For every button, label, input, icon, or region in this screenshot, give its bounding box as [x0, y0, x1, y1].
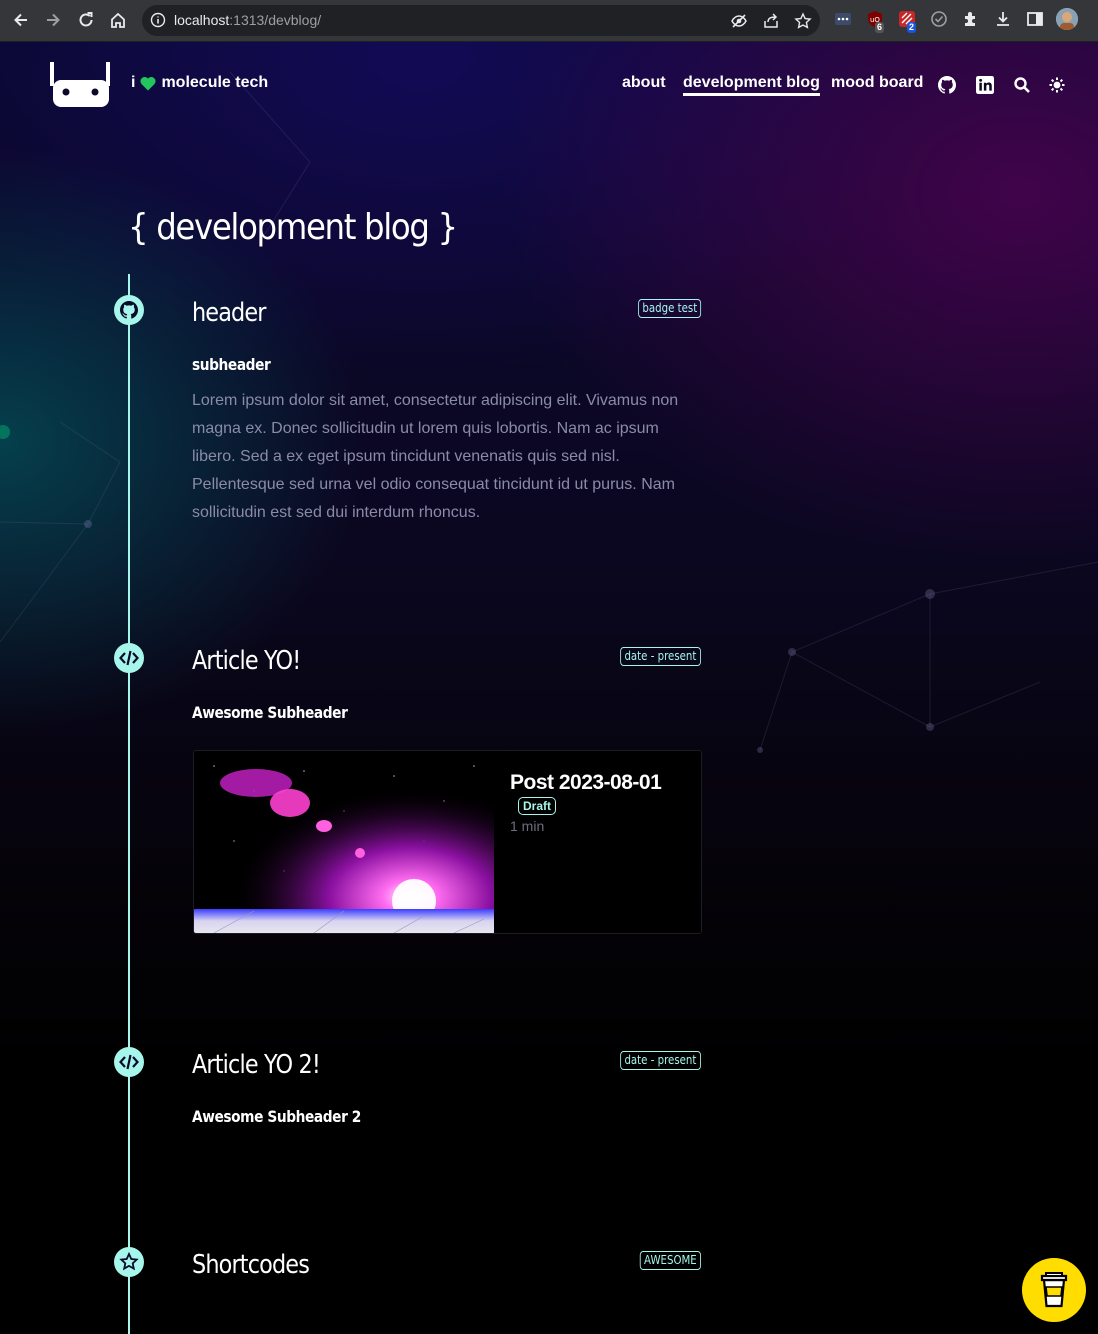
check-circle-icon[interactable]: [930, 10, 948, 28]
page-title: { development blog }: [128, 207, 458, 248]
github-icon: [120, 301, 138, 319]
devblog-page: i molecule tech about development blog m…: [0, 42, 1098, 1334]
timeline-marker-4: [114, 1247, 144, 1277]
puzzle-extensions-icon[interactable]: [962, 10, 980, 28]
entry-badge-1: badge test: [637, 299, 701, 318]
entry-subheader-2: Awesome Subheader: [192, 703, 348, 722]
code-icon: [119, 1054, 139, 1070]
star-icon: [119, 1252, 139, 1271]
brand-prefix: i: [131, 74, 136, 91]
browser-toolbar: localhost:1313/devblog/ uO 6 2: [0, 0, 1098, 42]
ublock-count-badge: 6: [875, 22, 885, 33]
post-status-badge: Draft: [518, 797, 557, 815]
code-icon: [119, 650, 139, 666]
url-text[interactable]: localhost:1313/devblog/: [174, 12, 321, 28]
arrow-right-icon: [47, 13, 60, 27]
post-thumbnail-image: [194, 751, 494, 933]
post-read-time: 1 min: [510, 818, 545, 834]
coffee-cup-icon: [1040, 1272, 1068, 1308]
entry-title-2: Article YO!: [192, 646, 301, 676]
home-button[interactable]: [107, 9, 129, 31]
entry-body-1: Lorem ipsum dolor sit amet, consectetur …: [192, 392, 679, 521]
post-card[interactable]: Post 2023-08-01 Draft 1 min: [193, 750, 702, 934]
download-icon[interactable]: [994, 10, 1012, 28]
eye-slash-icon[interactable]: [730, 12, 748, 30]
entry-subheader-1: subheader: [192, 355, 271, 374]
reload-button[interactable]: [75, 9, 97, 31]
timeline-marker-2: [114, 643, 144, 673]
side-panel-icon[interactable]: [1026, 10, 1044, 28]
linkedin-icon[interactable]: [976, 76, 994, 94]
entry-subheader-3: Awesome Subheader 2: [192, 1107, 361, 1126]
timeline-line: [128, 274, 130, 1334]
arrow-left-icon: [14, 13, 27, 27]
entry-title-4: Shortcodes: [192, 1250, 310, 1280]
back-button[interactable]: [10, 9, 32, 31]
home-icon: [111, 12, 125, 28]
entry-title-1: header: [192, 298, 266, 328]
url-host: localhost: [174, 12, 230, 28]
url-path: :1313/devblog/: [229, 12, 322, 28]
timeline-marker-1: [114, 295, 144, 325]
theme-toggle-sun-icon[interactable]: [1048, 76, 1066, 94]
github-icon[interactable]: [938, 76, 956, 94]
reload-icon: [79, 12, 93, 27]
forward-button[interactable]: [42, 9, 64, 31]
share-icon[interactable]: [762, 12, 780, 30]
nav-about[interactable]: about: [622, 74, 666, 92]
nav-development-blog[interactable]: development blog: [683, 74, 820, 96]
search-icon[interactable]: [1013, 76, 1031, 94]
entry-title-3: Article YO 2!: [192, 1050, 321, 1080]
second-extension-count-badge: 2: [907, 22, 917, 33]
address-bar[interactable]: localhost:1313/devblog/: [142, 5, 820, 36]
nav-mood-board[interactable]: mood board: [831, 74, 923, 92]
entry-badge-4: AWESOME: [639, 1251, 701, 1270]
entry-badge-3: date - present: [620, 1051, 701, 1070]
ublock-extension[interactable]: uO 6: [866, 10, 885, 33]
extension-dots-icon[interactable]: [834, 10, 852, 28]
heart-icon: [140, 76, 156, 90]
post-card-title[interactable]: Post 2023-08-01: [510, 771, 662, 795]
site-brand[interactable]: i molecule tech: [131, 74, 268, 92]
star-bookmark-icon[interactable]: [794, 12, 812, 30]
entry-badge-2: date - present: [620, 647, 701, 666]
buy-me-a-coffee-button[interactable]: [1022, 1258, 1086, 1322]
site-info-icon[interactable]: [150, 12, 166, 28]
brand-name: molecule tech: [161, 74, 269, 91]
profile-avatar[interactable]: [1056, 8, 1078, 30]
site-logo[interactable]: [50, 60, 112, 108]
timeline-marker-3: [114, 1047, 144, 1077]
avatar-image-icon: [1056, 8, 1078, 30]
second-extension[interactable]: 2: [898, 10, 917, 33]
